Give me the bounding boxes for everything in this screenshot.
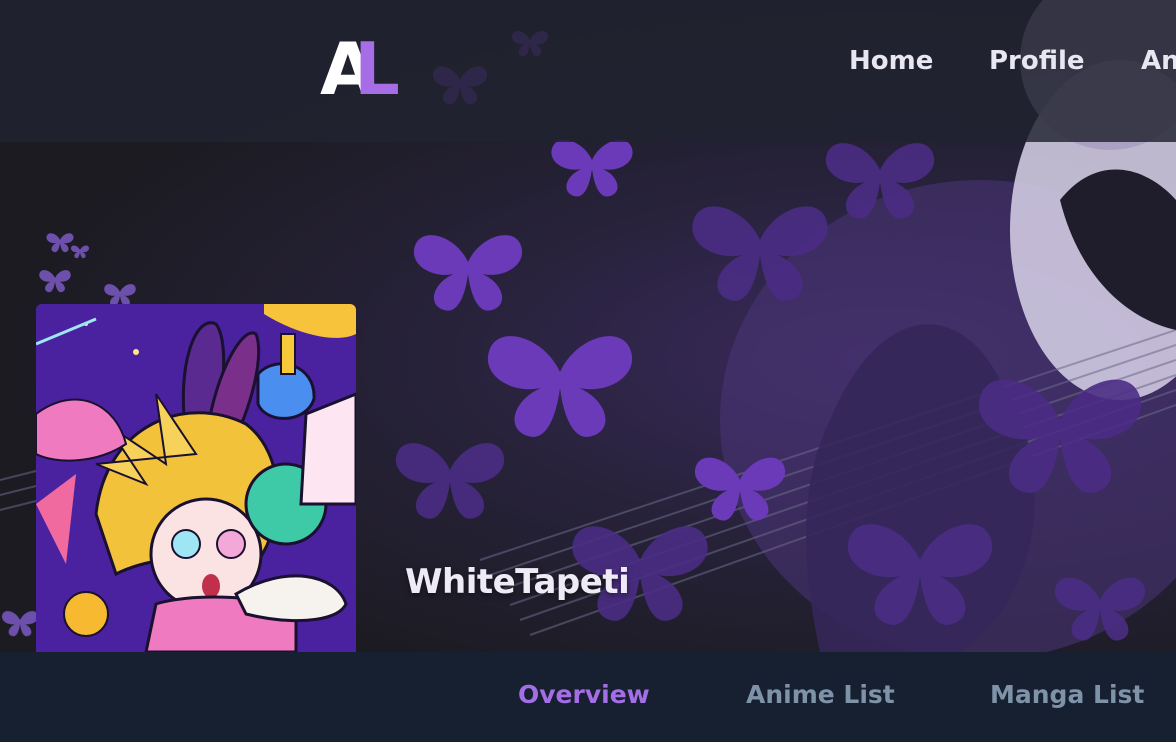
nav-anime-link[interactable]: An: [1141, 46, 1176, 76]
avatar-artwork: [36, 304, 356, 652]
logo-letter-l: L: [354, 27, 400, 111]
nav-home-link[interactable]: Home: [849, 46, 933, 76]
tab-overview[interactable]: Overview: [518, 680, 650, 709]
site-logo[interactable]: A L: [320, 27, 404, 111]
profile-username: WhiteTapeti: [405, 562, 630, 602]
nav-profile-link[interactable]: Profile: [989, 46, 1085, 76]
tab-anime-list[interactable]: Anime List: [746, 680, 895, 709]
top-navigation: A L Home Profile An: [0, 0, 1176, 142]
tab-manga-list[interactable]: Manga List: [990, 680, 1144, 709]
profile-avatar[interactable]: [36, 304, 356, 652]
